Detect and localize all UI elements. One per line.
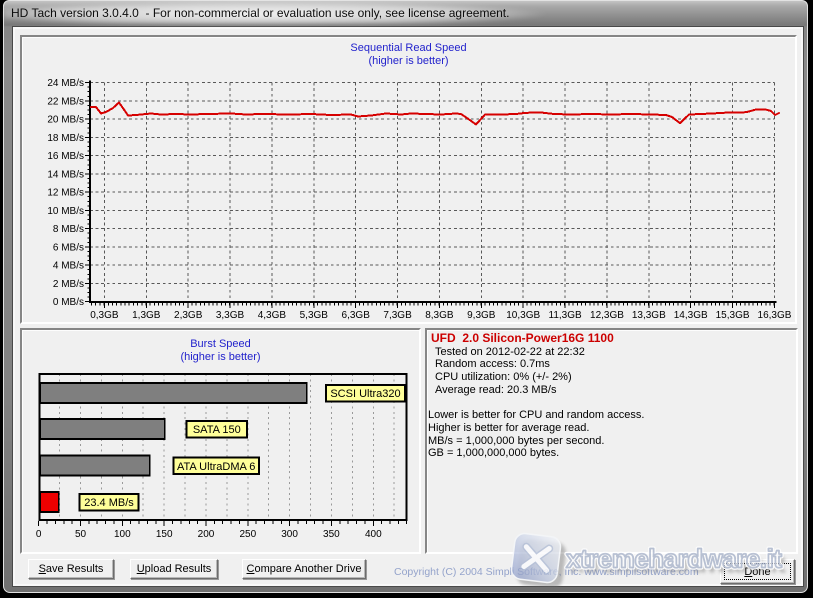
svg-text:300: 300 [281, 529, 298, 540]
svg-text:18 MB/s: 18 MB/s [47, 133, 84, 144]
svg-text:SCSI Ultra320: SCSI Ultra320 [330, 388, 400, 400]
svg-text:SATA 150: SATA 150 [193, 424, 241, 436]
svg-text:250: 250 [239, 529, 256, 540]
svg-text:2,3GB: 2,3GB [174, 310, 203, 321]
svg-text:0 MB/s: 0 MB/s [53, 297, 84, 308]
svg-text:ATA UltraDMA 6: ATA UltraDMA 6 [177, 461, 255, 473]
svg-text:9,3GB: 9,3GB [467, 310, 496, 321]
svg-text:1,3GB: 1,3GB [132, 310, 161, 321]
svg-text:5,3GB: 5,3GB [300, 310, 329, 321]
svg-text:200: 200 [198, 529, 215, 540]
svg-text:6 MB/s: 6 MB/s [53, 242, 84, 253]
svg-text:6,3GB: 6,3GB [342, 310, 371, 321]
svg-text:22 MB/s: 22 MB/s [47, 96, 84, 107]
svg-text:4 MB/s: 4 MB/s [53, 261, 84, 272]
svg-text:8,3GB: 8,3GB [425, 310, 454, 321]
svg-text:10 MB/s: 10 MB/s [47, 206, 84, 217]
svg-text:100: 100 [114, 529, 131, 540]
svg-text:15,3GB: 15,3GB [716, 310, 750, 321]
svg-text:4,3GB: 4,3GB [258, 310, 287, 321]
svg-text:12 MB/s: 12 MB/s [47, 188, 84, 199]
svg-text:350: 350 [323, 529, 340, 540]
svg-text:14 MB/s: 14 MB/s [47, 169, 84, 180]
svg-text:16,3GB: 16,3GB [758, 310, 792, 321]
svg-text:8 MB/s: 8 MB/s [53, 224, 84, 235]
svg-text:12,3GB: 12,3GB [590, 310, 624, 321]
svg-text:xtremehardware.it: xtremehardware.it [566, 544, 782, 574]
svg-text:0: 0 [36, 529, 42, 540]
svg-text:11,3GB: 11,3GB [549, 310, 582, 321]
svg-text:23.4 MB/s: 23.4 MB/s [84, 497, 134, 509]
svg-text:7,3GB: 7,3GB [383, 310, 412, 321]
svg-text:50: 50 [75, 529, 87, 540]
svg-text:150: 150 [156, 529, 173, 540]
svg-text:24 MB/s: 24 MB/s [47, 78, 84, 89]
svg-text:0,3GB: 0,3GB [90, 310, 119, 321]
svg-text:14,3GB: 14,3GB [674, 310, 708, 321]
svg-text:10,3GB: 10,3GB [506, 310, 540, 321]
svg-text:2 MB/s: 2 MB/s [53, 279, 84, 290]
svg-text:400: 400 [365, 529, 382, 540]
svg-text:13,3GB: 13,3GB [632, 310, 666, 321]
svg-text:20 MB/s: 20 MB/s [47, 115, 84, 126]
svg-text:16 MB/s: 16 MB/s [47, 151, 84, 162]
svg-text:3,3GB: 3,3GB [216, 310, 245, 321]
